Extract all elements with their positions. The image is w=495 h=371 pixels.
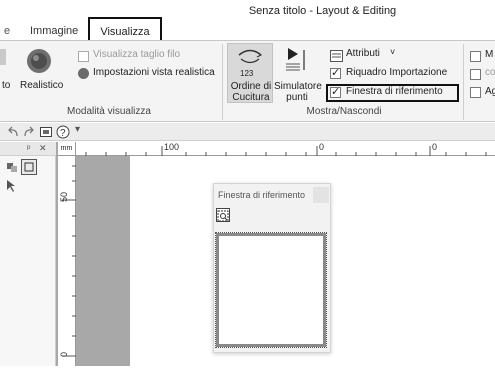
show-trim-checkbox[interactable] (78, 51, 89, 62)
reference-window-label: Finestra di riferimento (346, 86, 443, 97)
show-trim-label: Visualizza taglio filo (93, 49, 181, 60)
reference-preview[interactable] (215, 232, 327, 348)
tab-view[interactable]: Visualizza (88, 17, 162, 41)
svg-text:?: ? (60, 128, 66, 139)
sewing-order-label-2: Cucitura (232, 92, 270, 103)
reference-window-close-button[interactable] (313, 187, 329, 203)
help-icon[interactable]: ? (56, 125, 70, 139)
ruler-label: 0 (59, 352, 69, 358)
ruler-label: 50 (59, 192, 69, 203)
reference-window-checkbox[interactable] (330, 85, 341, 98)
right-label-2: co (485, 67, 495, 78)
screen-icon[interactable] (39, 125, 53, 139)
tab-partial[interactable]: e (4, 22, 10, 41)
attributes-icon (330, 49, 343, 62)
pin-icon[interactable]: ᵖ (27, 143, 30, 153)
left-ruler (58, 156, 76, 366)
frame-tool-button[interactable] (21, 159, 37, 175)
realistic-settings-icon[interactable] (77, 67, 90, 80)
close-icon[interactable]: ✕ (39, 143, 47, 154)
stitch-simulator-label-2[interactable]: punti (274, 92, 320, 103)
attributes-dropdown[interactable]: Attributi (346, 48, 380, 59)
right-checkbox-3[interactable] (470, 87, 481, 98)
cursor-arrow-icon[interactable] (5, 179, 17, 193)
stitch-simulator-icon[interactable] (280, 46, 310, 74)
undo-icon[interactable] (6, 125, 20, 139)
group-divider (463, 44, 464, 120)
tab-image[interactable]: Immagine (30, 22, 86, 41)
ruler-label: 100 (164, 142, 180, 152)
select-tool-icon[interactable] (5, 160, 19, 174)
right-checkbox-1[interactable] (470, 51, 481, 62)
customize-dropdown-icon[interactable]: ▾ (75, 124, 80, 135)
sewing-order-label-1: Ordine di (230, 81, 272, 92)
show-hide-group-label: Mostra/Nascondi (306, 106, 382, 117)
mode-partial-label[interactable]: to (2, 80, 10, 91)
ruler-label: 0 (319, 142, 325, 152)
group-divider (222, 44, 223, 120)
import-frame-label: Riquadro Importazione (346, 67, 448, 78)
redo-icon[interactable] (22, 125, 36, 139)
reference-window-title: Finestra di riferimento (218, 190, 306, 200)
ruler-unit: mm (58, 142, 76, 156)
zoom-fit-icon[interactable] (216, 208, 230, 222)
stitch-simulator-label-1[interactable]: Simulatore (274, 81, 322, 92)
mode-partial-icon[interactable] (0, 47, 8, 67)
right-label-3: Ag (485, 86, 495, 97)
realistic-settings-button[interactable]: Impostazioni vista realistica (93, 67, 215, 78)
realistic-view-button[interactable]: Realistico (20, 80, 63, 91)
realistic-view-icon[interactable] (24, 46, 54, 76)
ruler-label: 0 (432, 142, 438, 152)
mode-group-label: Modalità visualizza (67, 106, 151, 117)
import-frame-checkbox[interactable] (330, 66, 341, 79)
chevron-down-icon[interactable]: ˅ (390, 47, 395, 57)
right-label-1: M (485, 49, 494, 60)
window-title: Senza titolo - Layout & Editing (248, 5, 397, 17)
sewing-order-number: 123 (240, 69, 254, 78)
right-checkbox-2[interactable] (470, 69, 481, 80)
